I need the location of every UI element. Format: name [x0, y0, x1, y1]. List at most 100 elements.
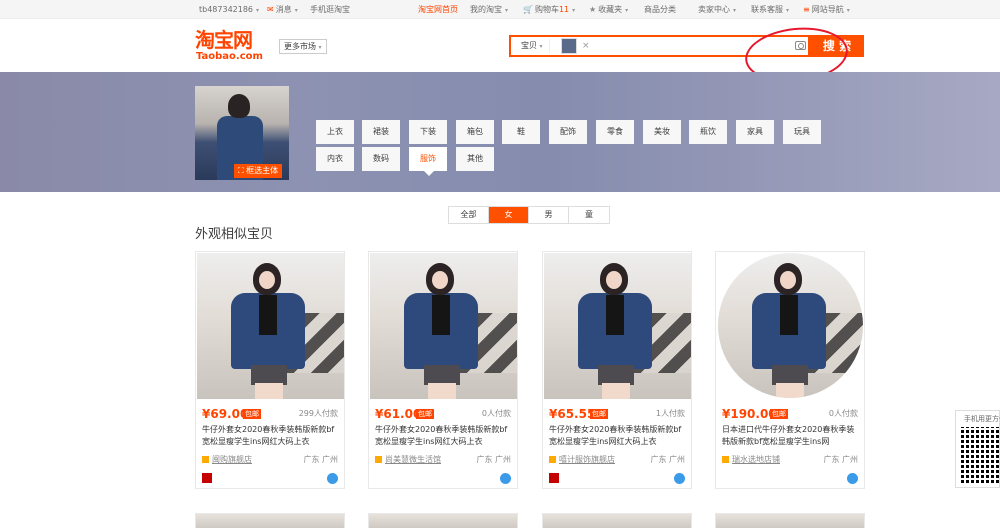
category-tab[interactable]: 零食: [596, 120, 634, 144]
search-image-thumbnail[interactable]: [561, 38, 577, 54]
my-taobao-link[interactable]: 我的淘宝 ▾: [470, 4, 508, 16]
taobao-home-link[interactable]: 淘宝网首页: [418, 4, 458, 15]
product-image[interactable]: [544, 253, 691, 399]
more-markets-label: 更多市场: [284, 42, 316, 51]
image-shorts: [598, 365, 634, 385]
image-face: [432, 271, 448, 289]
product-title[interactable]: 牛仔外套女2020春秋季装韩版新款bf宽松显瘦学生ins网红大码上衣: [202, 424, 342, 448]
favorites-link[interactable]: ★ 收藏夹 ▾: [589, 4, 628, 16]
category-tab-active[interactable]: 服饰: [409, 147, 447, 176]
chat-icon[interactable]: [327, 473, 338, 484]
product-price: ¥61.00: [375, 407, 422, 421]
tmall-icon: [202, 473, 212, 483]
category-tab[interactable]: 鞋: [502, 120, 540, 144]
category-tab[interactable]: 其他: [456, 147, 494, 171]
site-nav-label: 网站导航: [811, 5, 844, 14]
shop-link[interactable]: 尚美慧微生活馆: [375, 455, 441, 465]
messages-link[interactable]: ✉ 消息 ▾: [267, 4, 298, 16]
customer-service-label: 联系客服: [751, 5, 783, 14]
category-tab[interactable]: 家具: [736, 120, 774, 144]
product-image[interactable]: [718, 253, 863, 398]
user-name-link[interactable]: tb487342186 ▾: [199, 4, 259, 16]
chat-icon[interactable]: [674, 473, 685, 484]
product-card-partial[interactable]: [715, 513, 865, 528]
product-card-partial[interactable]: [195, 513, 345, 528]
shop-icon: [375, 456, 382, 463]
tab-all[interactable]: 全部: [449, 207, 489, 223]
more-markets-dropdown[interactable]: 更多市场 ▾: [279, 39, 327, 54]
product-title[interactable]: 牛仔外套女2020春秋季装韩版新款bf宽松显瘦学生ins网红大码上衣: [549, 424, 689, 448]
cart-icon: 🛒: [523, 5, 533, 14]
chevron-down-icon: ▾: [505, 7, 509, 14]
taobao-logo-en[interactable]: Taobao.com: [196, 51, 263, 63]
chevron-down-icon: ▾: [846, 7, 850, 14]
cart-link[interactable]: 🛒 购物车11 ▾: [523, 4, 575, 16]
photo-person-head: [228, 94, 250, 118]
category-tab[interactable]: 裙装: [362, 120, 400, 144]
shop-link[interactable]: 闽购旗舰店: [202, 455, 252, 465]
product-card[interactable]: ¥190.00 包邮 0人付款 日本进口代牛仔外套女2020春秋季装韩版新款bf…: [715, 251, 865, 489]
tab-male[interactable]: 男: [529, 207, 569, 223]
image-shorts: [772, 365, 808, 385]
product-title[interactable]: 日本进口代牛仔外套女2020春秋季装韩版新款bf宽松显瘦学生ins网: [722, 424, 862, 448]
my-taobao-label: 我的淘宝: [470, 5, 502, 14]
sold-count: 0人付款: [828, 409, 858, 418]
image-shirt: [259, 295, 277, 335]
taobao-logo[interactable]: 淘宝网: [195, 29, 253, 51]
shop-icon: [549, 456, 556, 463]
star-icon: ★: [589, 5, 597, 14]
free-shipping-badge: 包邮: [770, 409, 788, 419]
image-shirt: [780, 295, 798, 335]
product-image[interactable]: [197, 253, 344, 399]
chat-icon[interactable]: [500, 473, 511, 484]
shop-link[interactable]: 嘻计服饰旗舰店: [549, 455, 615, 465]
product-location: 广东 广州: [823, 455, 858, 464]
category-tab[interactable]: 配饰: [549, 120, 587, 144]
product-price: ¥69.00: [202, 407, 249, 421]
top-bar: tb487342186 ▾ ✉ 消息 ▾ 手机逛淘宝 淘宝网首页 我的淘宝 ▾ 🛒 购物车…: [0, 0, 1000, 19]
product-card-partial[interactable]: [368, 513, 518, 528]
crop-subject-button[interactable]: ⛶ 框选主体: [234, 164, 283, 178]
product-location: 广东 广州: [303, 455, 338, 464]
sold-count: 0人付款: [481, 409, 511, 418]
shop-name: 闽购旗舰店: [212, 455, 252, 464]
crop-icon: ⛶: [238, 166, 244, 175]
image-legs: [776, 383, 804, 398]
category-tab[interactable]: 数码: [362, 147, 400, 171]
favorites-label: 收藏夹: [598, 5, 623, 14]
mobile-qr-panel[interactable]: 手机用更方便: [955, 410, 1000, 488]
free-shipping-badge: 包邮: [416, 409, 434, 419]
gender-filter-tabs: 全部 女 男 童: [448, 206, 610, 224]
product-title[interactable]: 牛仔外套女2020春秋季装韩版新款bf宽松显瘦学生ins网红大码上衣: [375, 424, 515, 448]
site-nav-link[interactable]: ≡ 网站导航 ▾: [803, 4, 850, 16]
category-tab[interactable]: 美妆: [643, 120, 681, 144]
mobile-taobao-link[interactable]: 手机逛淘宝: [310, 4, 350, 15]
chevron-down-icon: ▾: [733, 7, 737, 14]
product-card[interactable]: ¥65.55 包邮 1人付款 牛仔外套女2020春秋季装韩版新款bf宽松显瘦学生…: [542, 251, 692, 489]
customer-service-link[interactable]: 联系客服 ▾: [751, 4, 789, 16]
category-tab[interactable]: 箱包: [456, 120, 494, 144]
category-tab[interactable]: 瓶饮: [689, 120, 727, 144]
shop-icon: [722, 456, 729, 463]
chat-icon[interactable]: [847, 473, 858, 484]
chevron-down-icon: ▾: [572, 7, 576, 14]
search-type-dropdown[interactable]: 宝贝 ▾: [515, 39, 550, 53]
product-card[interactable]: ¥69.00 包邮 299人付款 牛仔外套女2020春秋季装韩版新款bf宽松显瘦…: [195, 251, 345, 489]
shop-name: 瑞水选地店铺: [732, 455, 780, 464]
categories-link[interactable]: 商品分类: [644, 4, 676, 15]
shop-link[interactable]: 瑞水选地店铺: [722, 455, 780, 465]
close-icon[interactable]: ×: [582, 39, 590, 53]
category-tab[interactable]: 上衣: [316, 120, 354, 144]
product-card-partial[interactable]: [542, 513, 692, 528]
category-tab[interactable]: 内衣: [316, 147, 354, 171]
image-face: [259, 271, 275, 289]
tab-female[interactable]: 女: [489, 207, 529, 223]
tab-kids[interactable]: 童: [569, 207, 609, 223]
category-tab[interactable]: 玩具: [783, 120, 821, 144]
seller-center-link[interactable]: 卖家中心 ▾: [698, 4, 736, 16]
category-tab[interactable]: 下装: [409, 120, 447, 144]
image-shorts: [251, 365, 287, 385]
product-card[interactable]: ¥61.00 包邮 0人付款 牛仔外套女2020春秋季装韩版新款bf宽松显瘦学生…: [368, 251, 518, 489]
crop-subject-label: 框选主体: [246, 166, 279, 175]
product-image[interactable]: [370, 253, 517, 399]
